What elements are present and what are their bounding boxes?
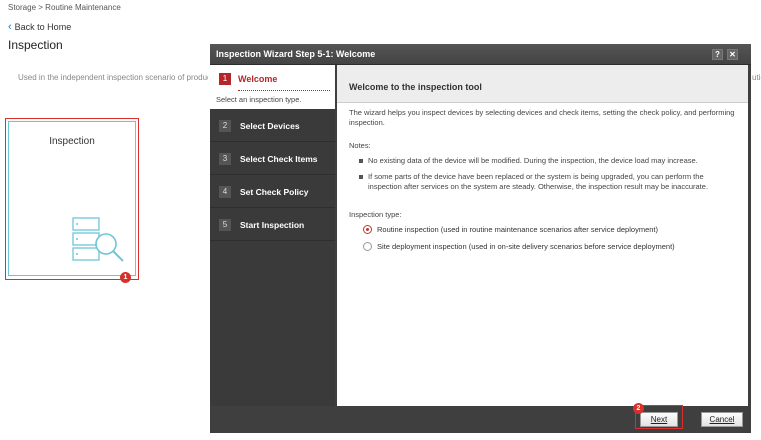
- page-title: Inspection: [8, 38, 63, 52]
- option-label: Routine inspection (used in routine main…: [377, 225, 658, 234]
- dialog-header: Inspection Wizard Step 5-1: Welcome ? ✕: [210, 44, 751, 65]
- chevron-left-icon: ‹: [8, 20, 12, 33]
- breadcrumb-root[interactable]: Storage: [8, 3, 36, 12]
- wizard-content: Welcome to the inspection tool The wizar…: [337, 65, 748, 406]
- note-item: If some parts of the device have been re…: [359, 172, 739, 192]
- step-badge-1: 1: [120, 272, 131, 283]
- step-subtitle: Select an inspection type.: [216, 95, 302, 104]
- dialog-title: Inspection Wizard Step 5-1: Welcome: [216, 49, 376, 59]
- breadcrumb-current: Routine Maintenance: [45, 3, 121, 12]
- step-label: Start Inspection: [240, 220, 305, 230]
- breadcrumb: Storage > Routine Maintenance: [8, 3, 121, 12]
- help-button[interactable]: ?: [712, 49, 723, 60]
- inspection-wizard-dialog: Inspection Wizard Step 5-1: Welcome ? ✕ …: [210, 44, 751, 433]
- close-button[interactable]: ✕: [727, 49, 738, 60]
- step-number: 1: [219, 73, 231, 85]
- step-start-inspection: 5 Start Inspection: [210, 208, 335, 241]
- back-link-label: Back to Home: [14, 22, 72, 32]
- breadcrumb-separator: >: [38, 3, 43, 12]
- step-label: Select Check Items: [240, 154, 318, 164]
- step-number: 3: [219, 153, 231, 165]
- step-badge-2: 2: [633, 403, 644, 414]
- notes-label: Notes:: [349, 141, 371, 150]
- step-number: 2: [219, 120, 231, 132]
- note-item: No existing data of the device will be m…: [359, 156, 739, 166]
- page-description-tail: utio: [752, 73, 761, 82]
- page-description: Used in the independent inspection scena…: [18, 73, 208, 82]
- content-title: Welcome to the inspection tool: [349, 82, 482, 92]
- server-search-icon: [71, 216, 131, 269]
- option-label: Site deployment inspection (used in on-s…: [377, 242, 675, 251]
- step-select-check-items: 3 Select Check Items: [210, 142, 335, 175]
- step-divider: [238, 90, 330, 91]
- radio-button-checked[interactable]: [363, 225, 372, 234]
- step-label: Select Devices: [240, 121, 300, 131]
- cancel-button[interactable]: Cancel: [701, 412, 743, 427]
- step-select-devices: 2 Select Devices: [210, 109, 335, 142]
- radio-button[interactable]: [363, 242, 372, 251]
- back-to-home-link[interactable]: ‹ Back to Home: [8, 20, 72, 33]
- card-title: Inspection: [49, 136, 95, 147]
- site-deployment-inspection-option[interactable]: Site deployment inspection (used in on-s…: [363, 242, 675, 251]
- step-label: Welcome: [238, 74, 278, 84]
- wizard-steps-sidebar: 1 Welcome Select an inspection type. 2 S…: [210, 65, 335, 406]
- inspection-type-label: Inspection type:: [349, 210, 402, 219]
- step-number: 5: [219, 219, 231, 231]
- step-number: 4: [219, 186, 231, 198]
- step-set-check-policy: 4 Set Check Policy: [210, 175, 335, 208]
- inspection-card[interactable]: Inspection: [8, 121, 136, 276]
- intro-text: The wizard helps you inspect devices by …: [349, 108, 735, 127]
- page: Storage > Routine Maintenance ‹ Back to …: [0, 0, 761, 440]
- content-header: Welcome to the inspection tool: [337, 65, 748, 103]
- routine-inspection-option[interactable]: Routine inspection (used in routine main…: [363, 225, 658, 234]
- step-label: Set Check Policy: [240, 187, 309, 197]
- step-welcome: 1 Welcome Select an inspection type.: [210, 65, 335, 109]
